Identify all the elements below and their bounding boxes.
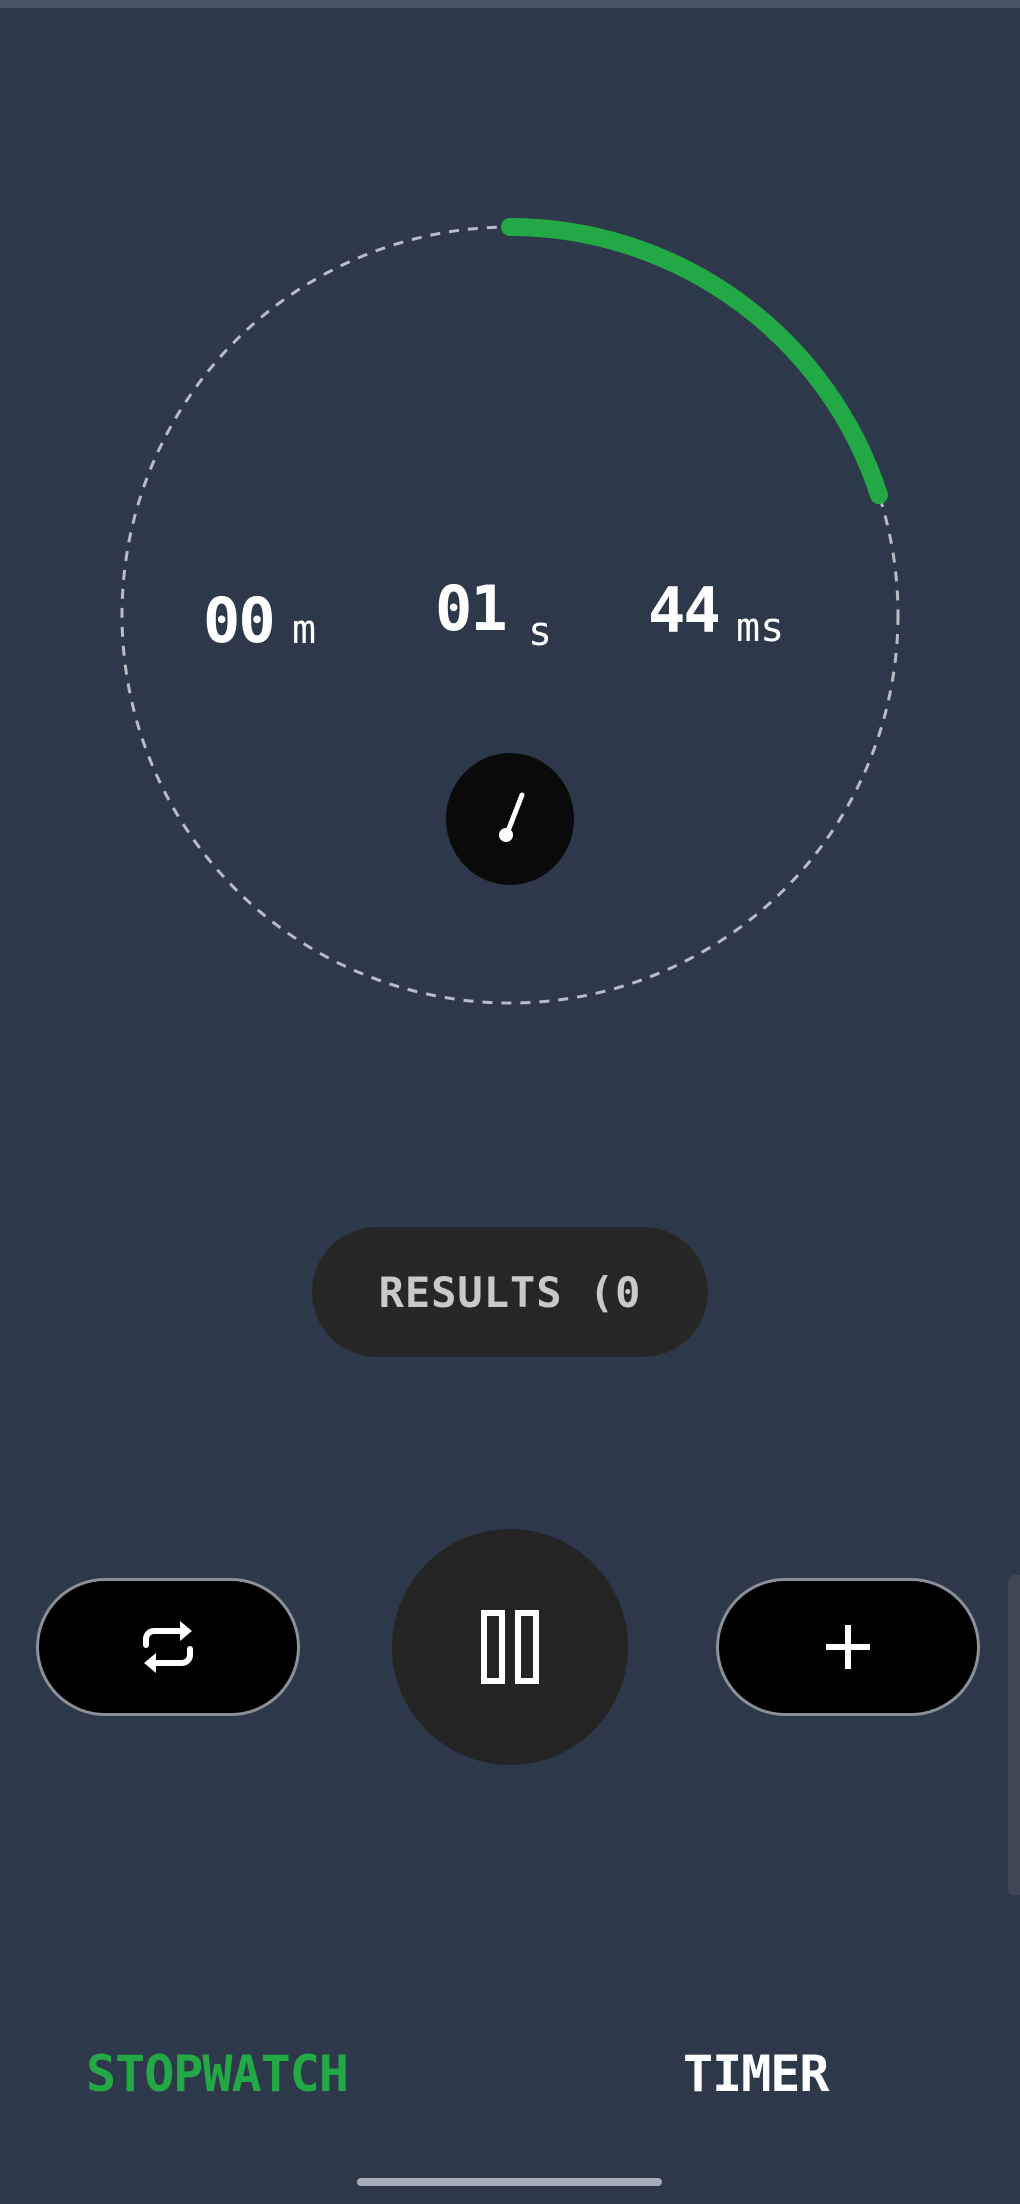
home-indicator — [357, 2178, 662, 2186]
milliseconds-value: 44 — [648, 574, 721, 647]
status-bar-edge — [0, 0, 1020, 8]
add-lap-button[interactable] — [716, 1578, 980, 1716]
tab-timer[interactable]: TIMER — [683, 2042, 830, 2106]
time-readout: 00 m 01 s 44 ms — [0, 560, 1020, 680]
repeat-icon — [143, 1621, 193, 1673]
minutes-value: 00 — [203, 584, 276, 657]
seconds-value: 01 — [435, 572, 508, 645]
reset-button[interactable] — [36, 1578, 300, 1716]
seconds-unit: s — [528, 609, 553, 655]
scroll-handle[interactable] — [1008, 1575, 1020, 1895]
tab-stopwatch[interactable]: STOPWATCH — [86, 2042, 349, 2106]
milliseconds-unit: ms — [736, 605, 785, 651]
pause-icon — [481, 1610, 539, 1684]
clock-hand-icon — [499, 792, 525, 842]
pause-button[interactable] — [392, 1529, 628, 1765]
results-button[interactable]: RESULTS (0 — [312, 1227, 708, 1357]
plus-icon — [826, 1625, 870, 1669]
minutes-unit: m — [292, 607, 317, 653]
clock-button[interactable] — [446, 753, 574, 885]
progress-arc — [501, 218, 889, 505]
